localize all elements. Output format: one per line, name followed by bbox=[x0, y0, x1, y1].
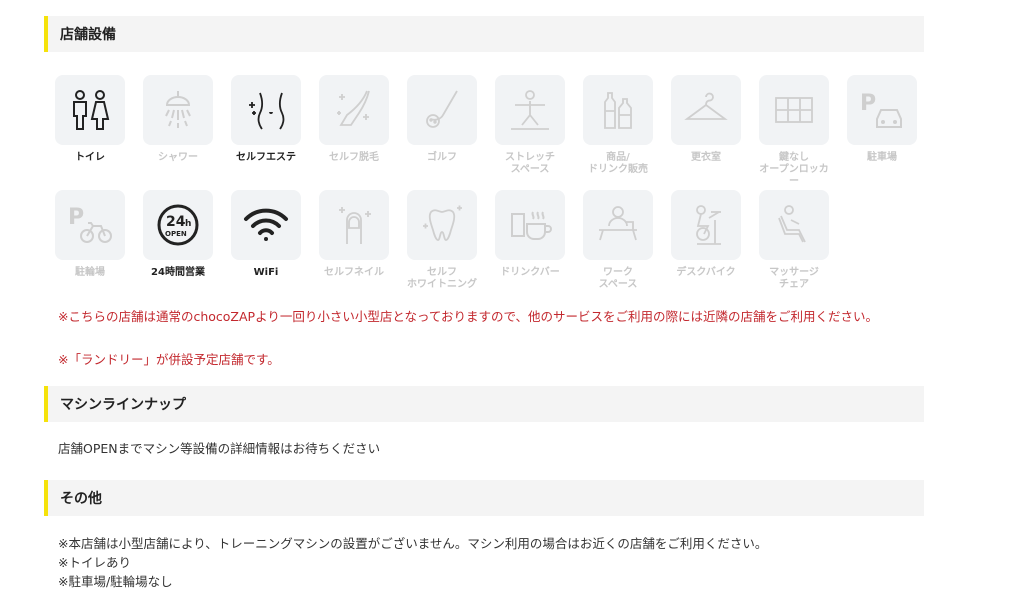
svg-text:OPEN: OPEN bbox=[165, 230, 187, 238]
other-title: その他 bbox=[60, 491, 102, 507]
facility-drink-bar: ドリンクバー bbox=[494, 190, 566, 279]
self-esthetic-icon bbox=[249, 92, 285, 130]
facility-massage-chair: マッサージ チェア bbox=[758, 190, 830, 291]
facility-open-24h: 24 h OPEN 24時間営業 bbox=[142, 190, 214, 279]
other-note-toilet: ※トイレあり bbox=[58, 555, 131, 570]
massage-chair-icon bbox=[778, 205, 806, 243]
machines-title: マシンラインナップ bbox=[60, 397, 186, 413]
facility-drink-sales: 商品/ ドリンク販売 bbox=[582, 75, 654, 176]
desk-bike-icon bbox=[696, 205, 721, 245]
stretch-space-icon bbox=[511, 90, 549, 130]
machines-text: 店舗OPENまでマシン等設備の詳細情報はお待ちください bbox=[58, 441, 381, 456]
open-24h-icon: 24 h OPEN bbox=[157, 204, 199, 246]
other-header: その他 bbox=[44, 480, 924, 516]
facility-self-hair-removal: セルフ脱毛 bbox=[318, 75, 390, 164]
self-nail-icon bbox=[339, 207, 371, 244]
other-note-no-machines: ※本店舗は小型店舗により、トレーニングマシンの設置がございません。マシン利用の場… bbox=[58, 536, 768, 551]
svg-text:h: h bbox=[185, 219, 191, 229]
machines-header: マシンラインナップ bbox=[44, 386, 924, 422]
facility-shower: シャワー bbox=[142, 75, 214, 164]
bicycle-parking-icon: P bbox=[68, 205, 112, 243]
facilities-title: 店舗設備 bbox=[60, 27, 116, 43]
parking-icon: P bbox=[860, 91, 902, 128]
facility-toilet: トイレ bbox=[54, 75, 126, 164]
other-note-no-parking: ※駐車場/駐輪場なし bbox=[58, 574, 173, 589]
changing-room-icon bbox=[684, 92, 728, 120]
facilities-note-small-store: ※こちらの店舗は通常のchocoZAPより一回り小さい小型店となっておりますので… bbox=[58, 309, 878, 324]
work-space-icon bbox=[599, 206, 637, 241]
svg-text:P: P bbox=[860, 91, 876, 116]
toilet-icon bbox=[73, 90, 110, 130]
svg-text:24: 24 bbox=[166, 214, 186, 230]
drink-bar-icon bbox=[511, 211, 552, 240]
svg-text:P: P bbox=[68, 205, 84, 230]
facilities-note-laundry: ※「ランドリー」が併設予定店舗です。 bbox=[58, 352, 280, 367]
shower-icon bbox=[165, 91, 191, 128]
facility-desk-bike: デスクバイク bbox=[670, 190, 742, 279]
drink-sales-icon bbox=[604, 92, 632, 129]
facility-golf: ゴルフ bbox=[406, 75, 478, 164]
facility-self-esthetic: セルフエステ bbox=[230, 75, 302, 164]
facility-self-whitening: セルフ ホワイトニング bbox=[406, 190, 478, 291]
facility-parking: P 駐車場 bbox=[846, 75, 918, 164]
facility-stretch-space: ストレッチ スペース bbox=[494, 75, 566, 176]
facility-self-nail: セルフネイル bbox=[318, 190, 390, 279]
facilities-header: 店舗設備 bbox=[44, 16, 924, 52]
facility-wifi: WiFi bbox=[230, 190, 302, 279]
facility-changing-room: 更衣室 bbox=[670, 75, 742, 164]
golf-icon bbox=[426, 90, 458, 128]
self-hair-removal-icon bbox=[337, 90, 370, 126]
facility-bicycle-parking: P 駐輪場 bbox=[54, 190, 126, 279]
self-whitening-icon bbox=[423, 205, 462, 241]
open-locker-icon bbox=[775, 97, 813, 123]
facility-open-locker: 鍵なし オープンロッカー bbox=[758, 75, 830, 188]
facility-work-space: ワーク スペース bbox=[582, 190, 654, 291]
wifi-icon bbox=[244, 208, 288, 241]
